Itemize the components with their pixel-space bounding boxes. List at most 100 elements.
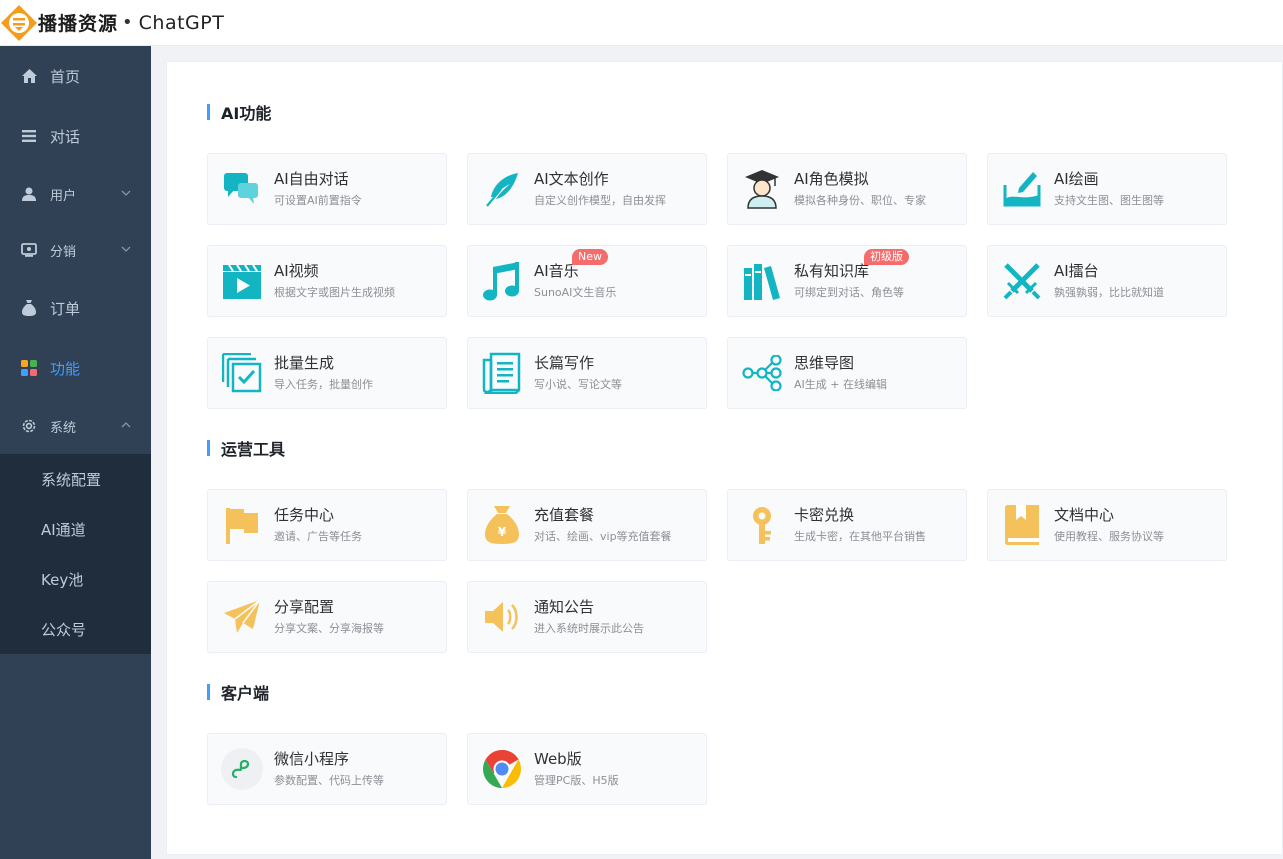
- sidebar-item-label: 订单: [50, 299, 81, 318]
- level-badge: 初级版: [864, 249, 909, 265]
- card-title: AI角色模拟: [794, 170, 869, 188]
- flag-icon: [220, 503, 264, 547]
- sidebar-item-label: 功能: [50, 359, 81, 378]
- video-icon: [220, 259, 264, 303]
- card-title: 充值套餐: [534, 506, 595, 524]
- card-title: AI视频: [274, 262, 319, 280]
- card-title: AI音乐 New: [534, 249, 616, 281]
- sidebar-item-label: 分销: [50, 244, 77, 260]
- card-desc: 参数配置、代码上传等: [274, 774, 384, 787]
- card-title: 文档中心: [1054, 506, 1115, 524]
- card-private-knowledge-base[interactable]: 私有知识库 初级版可绑定到对话、角色等: [727, 245, 967, 317]
- sidebar-item-label: 首页: [50, 67, 81, 86]
- card-long-writing[interactable]: 长篇写作写小说、写论文等: [467, 337, 707, 409]
- chevron-down-icon: [121, 190, 131, 196]
- distribution-icon: [20, 241, 38, 259]
- books-icon: [740, 259, 784, 303]
- submenu-item-system-config[interactable]: 系统配置: [0, 454, 151, 504]
- brand-separator: •: [122, 12, 133, 33]
- app-header: 播播资源 • ChatGPT: [0, 0, 1283, 46]
- card-batch-generation[interactable]: 批量生成导入任务，批量创作: [207, 337, 447, 409]
- card-task-center[interactable]: 任务中心邀请、广告等任务: [207, 489, 447, 561]
- card-ai-text-creation[interactable]: AI文本创作 自定义创作模型，自由发挥: [467, 153, 707, 225]
- card-title: Web版: [534, 750, 582, 768]
- speaker-icon: [480, 595, 524, 639]
- card-ai-arena[interactable]: AI擂台 孰强孰弱，比比就知道: [987, 245, 1227, 317]
- sidebar-item-orders[interactable]: 订单: [0, 278, 151, 338]
- card-title: AI文本创作: [534, 170, 609, 188]
- card-title: 思维导图: [794, 354, 855, 372]
- card-recharge-plans[interactable]: ¥ 充值套餐 对话、绘画、vip等充值套餐: [467, 489, 707, 561]
- card-desc: 邀请、广告等任务: [274, 530, 362, 543]
- card-title: 任务中心: [274, 506, 335, 524]
- card-web-version[interactable]: Web版管理PC版、H5版: [467, 733, 707, 805]
- card-desc: 管理PC版、H5版: [534, 774, 619, 787]
- sidebar-item-distribution[interactable]: 分销: [0, 222, 151, 278]
- svg-text:¥: ¥: [498, 525, 507, 539]
- home-icon: [20, 67, 38, 85]
- sidebar-item-label: 系统: [50, 420, 77, 436]
- sidebar-item-users[interactable]: 用户: [0, 166, 151, 222]
- card-ai-painting[interactable]: AI绘画 支持文生图、图生图等: [987, 153, 1227, 225]
- product-name: ChatGPT: [138, 11, 225, 34]
- card-title: 微信小程序: [274, 750, 350, 768]
- paint-brush-icon: [1000, 167, 1044, 211]
- card-ai-chat[interactable]: AI自由对话 可设置AI前置指令: [207, 153, 447, 225]
- card-mind-map[interactable]: 思维导图 AI生成 + 在线编辑: [727, 337, 967, 409]
- submenu-item-official-account[interactable]: 公众号: [0, 604, 151, 654]
- sidebar-item-home[interactable]: 首页: [0, 46, 151, 106]
- card-desc: 根据文字或图片生成视频: [274, 286, 395, 299]
- card-ai-role-play[interactable]: AI角色模拟模拟各种身份、职位、专家: [727, 153, 967, 225]
- submenu-item-key-pool[interactable]: Key池: [0, 554, 151, 604]
- card-desc: 写小说、写论文等: [534, 378, 622, 391]
- sidebar-item-features[interactable]: 功能: [0, 338, 151, 398]
- key-icon: [740, 503, 784, 547]
- card-notice[interactable]: 通知公告 进入系统时展示此公告: [467, 581, 707, 653]
- card-desc: 生成卡密，在其他平台销售: [794, 530, 926, 543]
- mind-map-icon: [740, 351, 784, 395]
- section-title-operation-tools: 运营工具: [207, 438, 285, 459]
- crossed-swords-icon: [1000, 259, 1044, 303]
- card-desc: 可设置AI前置指令: [274, 194, 362, 207]
- sidebar-item-system[interactable]: 系统: [0, 398, 151, 454]
- card-ai-video[interactable]: AI视频根据文字或图片生成视频: [207, 245, 447, 317]
- card-ai-music[interactable]: AI音乐 New SunoAI文生音乐: [467, 245, 707, 317]
- money-bag-icon: [20, 299, 38, 317]
- scroll-document-icon: [480, 351, 524, 395]
- card-title: 长篇写作: [534, 354, 595, 372]
- paper-plane-icon: [220, 595, 264, 639]
- card-share-config[interactable]: 分享配置 分享文案、分享海报等: [207, 581, 447, 653]
- card-title: 卡密兑换: [794, 506, 855, 524]
- music-note-icon: [480, 259, 524, 303]
- sidebar-item-chat[interactable]: 对话: [0, 106, 151, 166]
- card-card-redeem[interactable]: 卡密兑换生成卡密，在其他平台销售: [727, 489, 967, 561]
- card-title: 私有知识库 初级版: [794, 249, 909, 281]
- sidebar-item-label: 对话: [50, 127, 81, 146]
- sidebar: 首页 对话 用户 分销 订单 功能 系统 系统配置 AI通道 Key池 公众号: [0, 46, 151, 859]
- card-title: AI绘画: [1054, 170, 1099, 188]
- card-desc: 模拟各种身份、职位、专家: [794, 194, 926, 207]
- card-wechat-miniprogram[interactable]: 微信小程序参数配置、代码上传等: [207, 733, 447, 805]
- card-title: 批量生成: [274, 354, 335, 372]
- new-badge: New: [572, 249, 608, 265]
- card-desc: 使用教程、服务协议等: [1054, 530, 1164, 543]
- book-icon: [1000, 503, 1044, 547]
- card-docs-center[interactable]: 文档中心使用教程、服务协议等: [987, 489, 1227, 561]
- card-desc: AI生成 + 在线编辑: [794, 378, 887, 391]
- card-desc: 导入任务，批量创作: [274, 378, 373, 391]
- main-content: AI功能 AI自由对话 可设置AI前置指令 AI文本创作 自定义创作模型，自由发挥 …: [166, 61, 1283, 855]
- card-desc: SunoAI文生音乐: [534, 286, 617, 299]
- logo[interactable]: 播播资源 • ChatGPT: [0, 0, 224, 46]
- wechat-miniprogram-icon: [220, 747, 264, 791]
- section-title-ai-features: AI功能: [207, 102, 271, 123]
- submenu-item-ai-channel[interactable]: AI通道: [0, 504, 151, 554]
- logo-icon: [1, 4, 37, 41]
- card-desc: 可绑定到对话、角色等: [794, 286, 904, 299]
- brand-name: 播播资源: [38, 13, 119, 35]
- list-icon: [20, 127, 38, 145]
- chat-bubbles-icon: [220, 167, 264, 211]
- apps-icon: [20, 359, 38, 377]
- graduate-icon: [740, 167, 784, 211]
- card-desc: 分享文案、分享海报等: [274, 622, 384, 635]
- user-icon: [20, 185, 38, 203]
